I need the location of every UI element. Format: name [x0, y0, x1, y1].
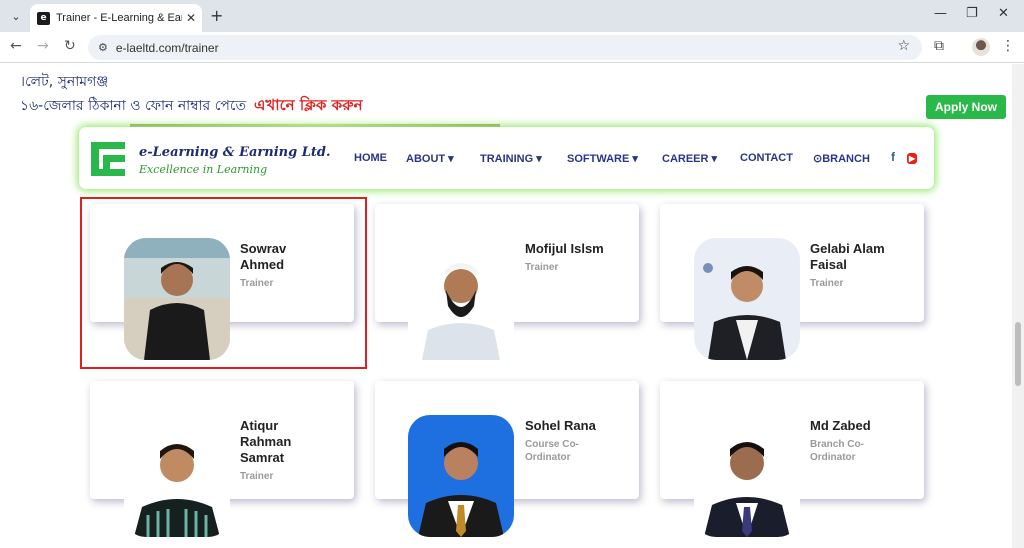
trainer-role: Course Co- Ordinator	[525, 439, 579, 463]
nav-home[interactable]: HOME	[354, 152, 387, 164]
trainer-name: Md Zabed	[810, 418, 871, 433]
main-navbar: e-Learning & Earning Ltd. Excellence in …	[79, 127, 934, 189]
youtube-icon[interactable]: ▶	[907, 153, 918, 164]
location-pin-icon: ⊙	[813, 153, 823, 165]
trainer-role: Branch Co- Ordinator	[810, 439, 864, 463]
browser-tab[interactable]: e Trainer - E-Learning & Earning Ltd. ✕	[30, 4, 202, 32]
trainer-role: Trainer	[240, 471, 274, 482]
logo-text[interactable]: e-Learning & Earning Ltd.	[139, 145, 330, 160]
nav-contact[interactable]: CONTACT	[740, 152, 793, 164]
trainer-photo	[408, 238, 514, 360]
nav-training-label: TRAINING	[480, 153, 534, 165]
selection-highlight	[80, 197, 367, 369]
nav-career-label: CAREER	[662, 153, 709, 165]
logo-tagline: Excellence in Learning	[139, 163, 268, 176]
restore-icon[interactable]: ❐	[966, 6, 978, 21]
trainer-role: Trainer	[810, 278, 844, 289]
nav-branch[interactable]: ⊙BRANCH	[813, 152, 870, 165]
chevron-down-icon: ▾	[711, 153, 718, 165]
extensions-icon[interactable]: ⧉	[934, 38, 944, 54]
new-tab-icon[interactable]: +	[210, 6, 223, 25]
nav-about[interactable]: ABOUT ▾	[406, 152, 454, 165]
contact-prompt: ১৬-জেলার ঠিকানা ও ফোন নাম্বার পেতে এখানে …	[20, 94, 363, 119]
trainer-name: Atiqur Rahman Samrat	[240, 418, 292, 465]
address-line: ।লেট, সুনামগঞ্জ	[20, 74, 109, 90]
nav-training[interactable]: TRAINING ▾	[480, 152, 542, 165]
trainer-name: Mofijul Islsm	[525, 241, 604, 256]
reload-icon[interactable]: ↻	[64, 38, 76, 54]
trainer-photo	[124, 415, 230, 537]
contact-prompt-text: ১৬-জেলার ঠিকানা ও ফোন নাম্বার পেতে	[20, 98, 247, 114]
site-info-icon[interactable]: ⚙	[98, 41, 108, 54]
back-icon[interactable]: ←	[10, 38, 22, 54]
nav-software-label: SOFTWARE	[567, 153, 630, 165]
browser-menu-icon[interactable]: ⋮	[1001, 38, 1015, 54]
tab-strip: ⌄ e Trainer - E-Learning & Earning Ltd. …	[0, 0, 1024, 32]
trainer-photo	[408, 415, 514, 537]
bookmark-star-icon[interactable]: ☆	[897, 38, 910, 54]
chevron-down-icon: ▾	[448, 153, 454, 165]
nav-about-label: ABOUT	[406, 153, 446, 165]
facebook-icon[interactable]: f	[891, 150, 895, 164]
tab-search-button[interactable]: ⌄	[6, 6, 26, 26]
browser-toolbar: ← → ↻ ⚙ e-laeltd.com/trainer ☆ ⧉ ⋮	[0, 32, 1024, 63]
web-page: ।লেট, সুনামগঞ্জ ১৬-জেলার ঠিকানা ও ফোন না…	[0, 64, 1012, 548]
nav-software[interactable]: SOFTWARE ▾	[567, 152, 638, 165]
tab-title: Trainer - E-Learning & Earning Ltd.	[56, 12, 182, 24]
contact-link[interactable]: এখানে ক্লিক করুন	[254, 96, 363, 114]
minimize-icon[interactable]: —	[934, 6, 947, 21]
url-text: e-laeltd.com/trainer	[115, 40, 219, 55]
trainer-name: Sohel Rana	[525, 418, 596, 433]
trainer-name: Gelabi Alam Faisal	[810, 241, 885, 272]
forward-icon[interactable]: →	[37, 38, 49, 54]
chevron-down-icon: ▾	[536, 153, 542, 165]
scrollbar-thumb[interactable]	[1015, 322, 1021, 386]
trainer-photo	[694, 238, 800, 360]
site-favicon-icon: e	[37, 11, 50, 25]
page-scrollbar[interactable]	[1012, 64, 1024, 548]
close-window-icon[interactable]: ✕	[998, 6, 1009, 21]
nav-branch-label: BRANCH	[822, 153, 870, 165]
address-bar[interactable]: ⚙ e-laeltd.com/trainer ☆	[88, 35, 922, 60]
trainer-role: Trainer	[525, 262, 559, 273]
trainer-photo	[694, 415, 800, 537]
apply-now-button[interactable]: Apply Now	[926, 95, 1006, 119]
close-tab-icon[interactable]: ✕	[186, 11, 196, 25]
chevron-down-icon: ▾	[632, 153, 638, 165]
profile-avatar[interactable]	[972, 38, 990, 56]
nav-career[interactable]: CAREER ▾	[662, 152, 717, 165]
logo-icon	[91, 142, 125, 176]
